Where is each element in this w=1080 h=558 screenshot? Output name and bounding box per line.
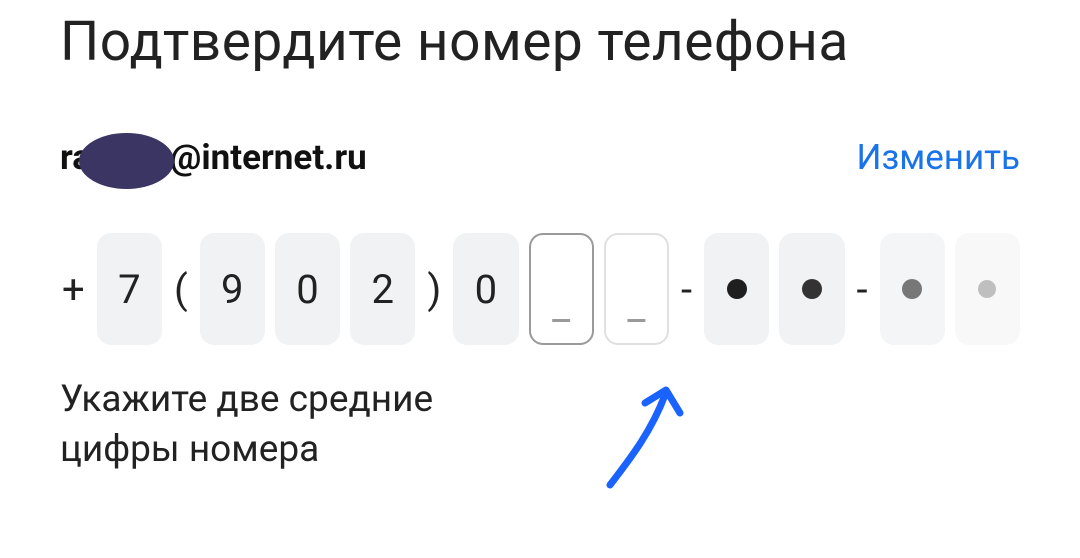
phone-input-row: + 7 ( 9 0 2 ) 0 _ _ - - xyxy=(60,233,1020,345)
underscore-placeholder: _ xyxy=(627,282,645,329)
arrow-wrap xyxy=(590,375,700,495)
masked-digit-1 xyxy=(704,233,769,345)
masked-digit-3 xyxy=(880,233,945,345)
email-row: ra@internet.ru Изменить xyxy=(60,129,1020,185)
area-digit-1: 9 xyxy=(200,233,265,345)
dash-2: - xyxy=(855,266,870,313)
underscore-placeholder: _ xyxy=(552,282,570,329)
country-code-box: 7 xyxy=(97,233,162,345)
hint-row: Укажите две средние цифры номера xyxy=(60,375,1020,495)
area-digit-2: 0 xyxy=(275,233,340,345)
open-paren: ( xyxy=(172,266,190,313)
change-link[interactable]: Изменить xyxy=(857,137,1020,178)
dot-icon xyxy=(727,279,747,299)
redaction-blob xyxy=(79,133,174,189)
email-suffix: @internet.ru xyxy=(170,137,367,178)
dot-icon xyxy=(802,279,822,299)
hint-text: Укажите две средние цифры номера xyxy=(60,375,540,475)
area-digit-3: 2 xyxy=(350,233,415,345)
dot-icon xyxy=(978,280,996,298)
dot-icon xyxy=(902,279,922,299)
masked-digit-4 xyxy=(955,233,1020,345)
known-digit-1: 0 xyxy=(453,233,518,345)
arrow-icon xyxy=(590,375,700,495)
page-title: Подтвердите номер телефона xyxy=(60,10,1020,74)
input-digit-1[interactable]: _ xyxy=(529,233,594,345)
plus-sign: + xyxy=(60,266,87,313)
close-paren: ) xyxy=(425,266,443,313)
masked-digit-2 xyxy=(779,233,844,345)
email-display: ra@internet.ru xyxy=(60,129,367,185)
input-digit-2[interactable]: _ xyxy=(604,233,669,345)
dash-1: - xyxy=(679,266,694,313)
